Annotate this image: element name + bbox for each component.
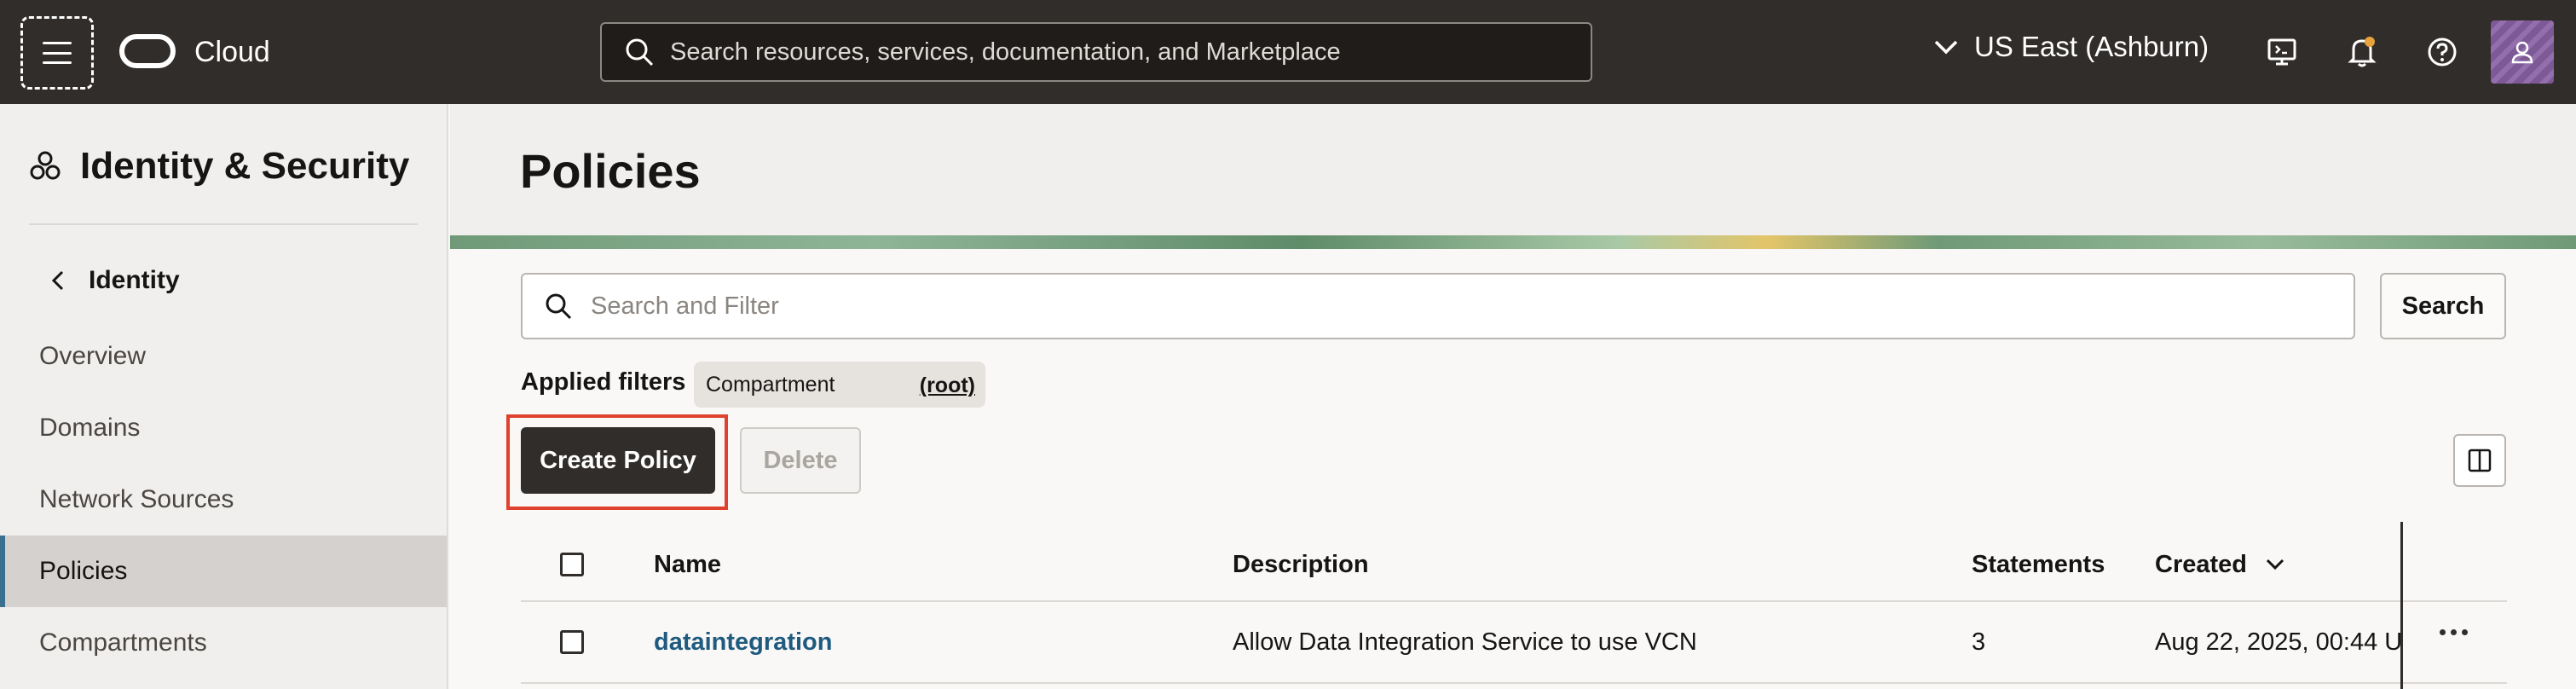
more-actions-icon	[2440, 629, 2446, 635]
search-and-filter-input[interactable]	[591, 292, 2354, 321]
region-selector[interactable]: US East (Ashburn)	[1933, 31, 2209, 63]
search-and-filter-bar[interactable]	[521, 273, 2355, 339]
filter-chip-value-link[interactable]: (root)	[920, 373, 975, 398]
split-view-icon	[2468, 449, 2492, 472]
cloud-shell-icon[interactable]	[2262, 32, 2302, 72]
sidebar-item-compartments[interactable]: Compartments	[0, 607, 447, 679]
policy-name-cell: dataintegration	[654, 602, 832, 682]
policy-name-link[interactable]: dataintegration	[654, 628, 832, 657]
menu-icon	[43, 42, 72, 64]
column-header-statements[interactable]: Statements	[1972, 529, 2105, 600]
sidebar-back-identity[interactable]: Identity	[51, 266, 180, 295]
decorative-banner	[450, 235, 2576, 249]
column-header-description[interactable]: Description	[1233, 529, 1369, 600]
policy-description-cell: Allow Data Integration Service to use VC…	[1233, 628, 1697, 656]
user-icon	[2511, 41, 2533, 64]
compartment-filter-chip[interactable]: Compartment (root)	[694, 362, 985, 408]
column-header-name[interactable]: Name	[654, 529, 721, 600]
table-row: dataintegration Allow Data Integration S…	[521, 602, 2507, 684]
sidebar-item-overview[interactable]: Overview	[0, 321, 447, 392]
sidebar: Identity & Security Identity Overview Do…	[0, 104, 448, 689]
select-all-checkbox[interactable]	[560, 553, 584, 576]
column-header-created-label: Created	[2155, 550, 2247, 578]
row-select-cell	[560, 602, 584, 682]
sidebar-item-network-sources[interactable]: Network Sources	[0, 464, 447, 536]
navigation-menu-button[interactable]	[20, 16, 94, 90]
chevron-left-icon	[51, 270, 64, 291]
applied-filters-label: Applied filters	[521, 368, 686, 396]
search-button[interactable]: Search	[2380, 273, 2506, 339]
row-select-checkbox[interactable]	[560, 630, 584, 654]
identity-security-icon	[30, 151, 61, 180]
global-search-input[interactable]	[670, 38, 1591, 67]
global-search-bar[interactable]	[600, 22, 1592, 82]
policy-created-cell: Aug 22, 2025, 00:44 UTC	[2155, 628, 2400, 656]
help-icon[interactable]	[2423, 32, 2462, 72]
region-label: US East (Ashburn)	[1974, 31, 2209, 62]
user-avatar[interactable]	[2491, 20, 2554, 84]
column-resize-divider[interactable]	[2400, 522, 2403, 689]
filter-chip-name: Compartment	[706, 372, 835, 397]
create-policy-button[interactable]: Create Policy	[521, 427, 715, 494]
sidebar-divider	[29, 223, 418, 225]
column-header-created[interactable]: Created	[2155, 529, 2284, 600]
row-actions-menu-button[interactable]	[2440, 629, 2468, 635]
sidebar-header: Identity & Security	[29, 145, 409, 188]
brand-name[interactable]: Cloud	[194, 34, 270, 70]
chevron-down-icon	[1934, 40, 1958, 55]
sidebar-back-label: Identity	[89, 266, 180, 294]
search-icon	[622, 35, 656, 69]
cloud-logo-icon[interactable]	[119, 34, 176, 68]
page-title: Policies	[520, 144, 701, 198]
select-all-cell	[560, 529, 584, 600]
page-header: Policies	[450, 104, 2576, 235]
table-header: Name Description Statements Created	[521, 529, 2507, 602]
sidebar-title: Identity & Security	[80, 145, 410, 187]
top-bar: Cloud US East (Ashburn)	[0, 0, 2576, 104]
column-layout-button[interactable]	[2453, 434, 2506, 487]
delete-button: Delete	[740, 427, 861, 494]
sidebar-item-domains[interactable]: Domains	[0, 392, 447, 464]
policy-statements-cell: 3	[1972, 628, 1986, 656]
sidebar-item-policies[interactable]: Policies	[0, 536, 447, 607]
bell-icon[interactable]	[2342, 32, 2382, 72]
sort-chevron-down-icon	[2266, 559, 2284, 570]
search-icon	[543, 291, 574, 321]
